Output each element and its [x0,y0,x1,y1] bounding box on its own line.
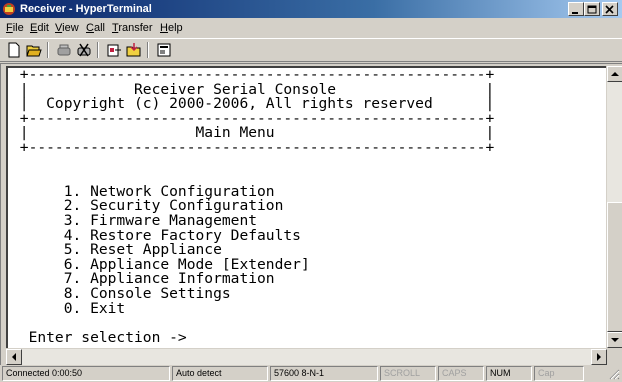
toolbar-separator [97,42,99,58]
status-capture: Cap [534,366,584,381]
menu-file[interactable]: File [6,21,24,35]
menu-bar: File Edit View Call Transfer Help [0,19,622,37]
send-icon [107,44,121,57]
disconnect-button[interactable] [74,41,94,59]
title-bar[interactable]: Receiver - HyperTerminal [0,0,622,18]
receive-icon [126,43,141,57]
terminal-client-area: +---------------------------------------… [0,63,622,365]
scroll-up-button[interactable] [607,66,622,82]
horizontal-scrollbar[interactable] [6,349,607,365]
maximize-button[interactable] [584,2,600,16]
menu-edit[interactable]: Edit [30,21,49,35]
arrow-right-icon [597,353,601,361]
open-button[interactable] [24,41,44,59]
properties-button[interactable] [154,41,174,59]
status-num-lock: NUM [486,366,532,381]
selection-prompt: Enter selection -> [11,328,187,346]
menu-transfer[interactable]: Transfer [112,21,153,35]
new-icon [8,42,20,58]
arrow-left-icon [12,353,16,361]
scroll-down-button[interactable] [607,332,622,348]
toolbar-separator [147,42,149,58]
status-connection-time: Connected 0:00:50 [2,366,170,381]
status-emulation: Auto detect [172,366,268,381]
disconnect-icon [77,43,91,57]
terminal-output: +---------------------------------------… [11,68,494,345]
properties-icon [157,43,171,57]
status-port-settings: 57600 8-N-1 [270,366,378,381]
vertical-scroll-thumb[interactable] [607,202,622,332]
call-icon [57,44,71,56]
new-button[interactable] [4,41,24,59]
hyperterminal-icon [3,3,15,15]
menu-call[interactable]: Call [86,21,105,35]
minimize-icon [572,12,578,14]
arrow-down-icon [611,338,619,342]
resize-grip-icon[interactable] [608,368,620,380]
menu-view[interactable]: View [55,21,79,35]
status-bar: Connected 0:00:50 Auto detect 57600 8-N-… [0,365,622,382]
vertical-scrollbar[interactable] [607,66,622,348]
terminal-line: +---------------------------------------… [11,138,495,156]
scroll-right-button[interactable] [591,349,607,365]
status-scroll-lock: SCROLL [380,366,436,381]
status-caps-lock: CAPS [438,366,484,381]
menu-help[interactable]: Help [160,21,183,35]
call-button[interactable] [54,41,74,59]
toolbar-separator [47,42,49,58]
scroll-left-button[interactable] [6,349,22,365]
open-icon [26,45,42,57]
send-button[interactable] [104,41,124,59]
menu-option: 0. Exit [11,299,126,317]
terminal-screen[interactable]: +---------------------------------------… [6,66,606,348]
maximize-icon [587,5,597,14]
arrow-up-icon [611,72,619,76]
close-button[interactable] [602,2,618,16]
close-icon [605,5,614,14]
window-title: Receiver - HyperTerminal [20,3,152,15]
receive-button[interactable] [124,41,144,59]
minimize-button[interactable] [568,2,584,16]
toolbar [0,38,622,62]
